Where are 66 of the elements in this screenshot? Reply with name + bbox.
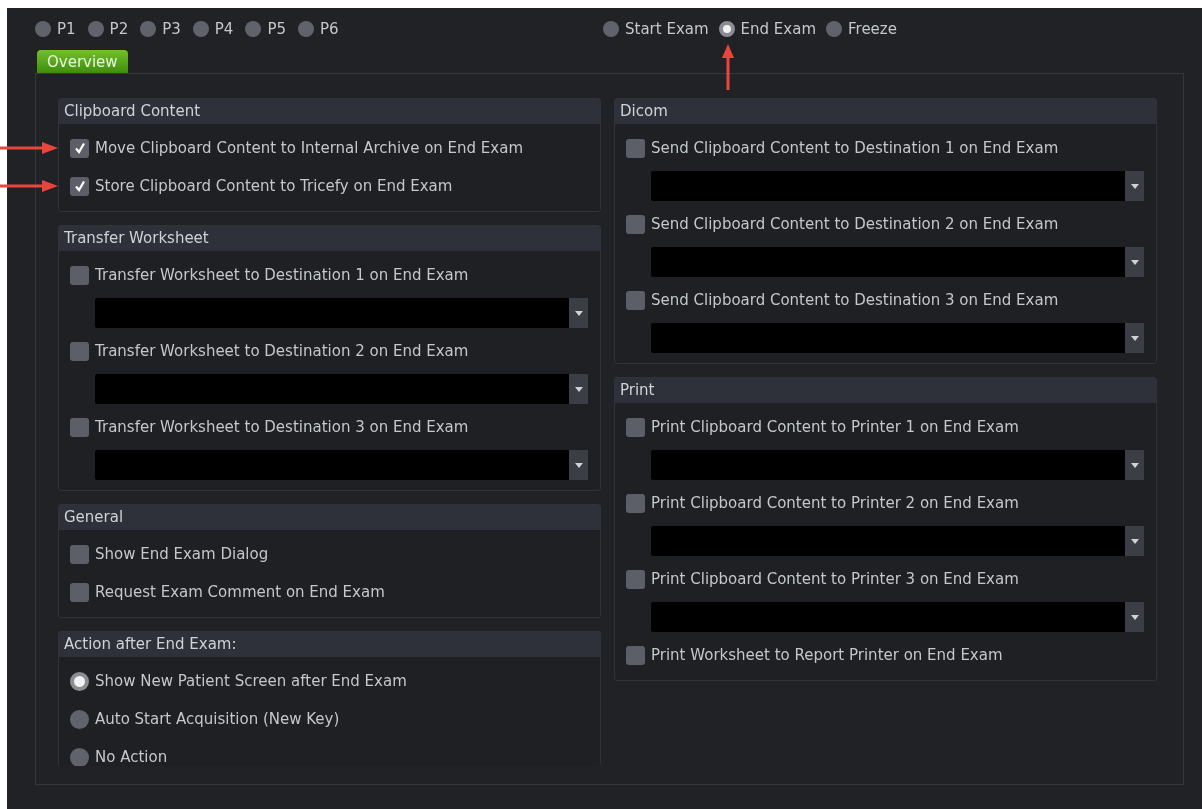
caret-icon: [1130, 335, 1139, 341]
group-title: Clipboard Content: [59, 99, 600, 124]
group-title: General: [59, 505, 600, 530]
dropdown[interactable]: [95, 374, 588, 404]
option-radio[interactable]: No Action: [70, 747, 168, 766]
checkbox-label: Send Clipboard Content to Destination 2 on End Exam: [651, 215, 1059, 233]
caret-icon: [1130, 462, 1139, 468]
dropdown[interactable]: [95, 298, 588, 328]
preset-radio[interactable]: P2: [87, 20, 129, 38]
group-title: Action after End Exam:: [59, 632, 600, 657]
caret-icon: [1130, 259, 1139, 265]
checkbox-label: Move Clipboard Content to Internal Archive on End Exam: [95, 139, 523, 157]
caret-icon: [574, 462, 583, 468]
check-icon: [73, 180, 86, 192]
checkbox-label: Transfer Worksheet to Destination 1 on End Exam: [95, 266, 469, 284]
preset-radio[interactable]: P4: [192, 20, 234, 38]
checkbox[interactable]: [70, 176, 89, 196]
checkbox[interactable]: [626, 493, 645, 513]
checkbox-label: Request Exam Comment on End Exam: [95, 583, 385, 601]
check-icon: [73, 142, 86, 154]
checkbox-label: Store Clipboard Content to Tricefy on End Exam: [95, 177, 453, 195]
checkbox[interactable]: [70, 341, 89, 361]
dropdown[interactable]: [95, 450, 588, 480]
checkbox-label: Transfer Worksheet to Destination 3 on End Exam: [95, 418, 469, 436]
trigger-radio[interactable]: Freeze: [826, 20, 897, 38]
checkbox[interactable]: [70, 138, 89, 158]
preset-radio[interactable]: P1: [35, 20, 76, 38]
group-title: Transfer Worksheet: [59, 226, 600, 251]
option-radio[interactable]: Show New Patient Screen after End Exam: [70, 671, 407, 691]
checkbox[interactable]: [626, 214, 645, 234]
checkbox-label: Print Clipboard Content to Printer 3 on End Exam: [651, 570, 1019, 588]
caret-icon: [1130, 538, 1139, 544]
preset-radio[interactable]: P6: [297, 20, 339, 38]
checkbox-label: Send Clipboard Content to Destination 1 on End Exam: [651, 139, 1059, 157]
group-title: Print: [615, 378, 1156, 403]
trigger-radio[interactable]: Start Exam: [603, 20, 709, 38]
preset-radio[interactable]: P5: [245, 20, 286, 38]
checkbox-label: Transfer Worksheet to Destination 2 on End Exam: [95, 342, 469, 360]
checkbox[interactable]: [626, 645, 645, 665]
checkbox[interactable]: [626, 417, 645, 437]
dropdown[interactable]: [651, 247, 1144, 277]
checkbox[interactable]: [70, 544, 89, 564]
dropdown[interactable]: [651, 602, 1144, 632]
dropdown[interactable]: [651, 450, 1144, 480]
caret-icon: [574, 310, 583, 316]
trigger-radio[interactable]: End Exam: [718, 20, 816, 38]
caret-icon: [1130, 614, 1139, 620]
checkbox-label: Print Clipboard Content to Printer 2 on End Exam: [651, 494, 1019, 512]
caret-icon: [574, 386, 583, 392]
checkbox-label: Show End Exam Dialog: [95, 545, 269, 563]
checkbox[interactable]: [626, 138, 645, 158]
checkbox[interactable]: [70, 417, 89, 437]
checkbox[interactable]: [70, 582, 89, 602]
caret-icon: [1130, 183, 1139, 189]
checkbox[interactable]: [626, 569, 645, 589]
checkbox[interactable]: [626, 290, 645, 310]
dropdown[interactable]: [651, 526, 1144, 556]
dropdown[interactable]: [651, 323, 1144, 353]
preset-radio[interactable]: P3: [140, 20, 181, 38]
group-title: Dicom: [615, 99, 1156, 124]
checkbox-label: Print Clipboard Content to Printer 1 on End Exam: [651, 418, 1019, 436]
checkbox[interactable]: [70, 265, 89, 285]
checkbox-label: Print Worksheet to Report Printer on End Exam: [651, 646, 1003, 664]
checkbox-label: Send Clipboard Content to Destination 3 on End Exam: [651, 291, 1059, 309]
dropdown[interactable]: [651, 171, 1144, 201]
option-radio[interactable]: Auto Start Acquisition (New Key): [70, 709, 340, 729]
